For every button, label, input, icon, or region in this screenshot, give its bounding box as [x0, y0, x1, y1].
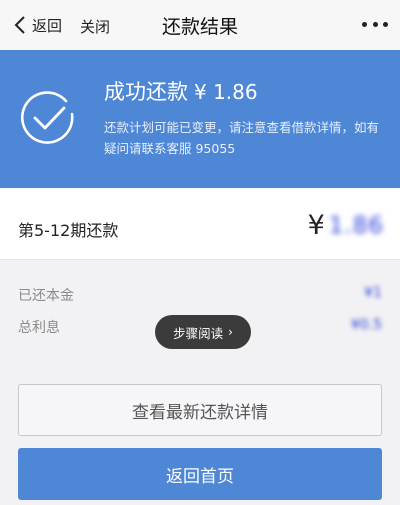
back-to-home-label: 返回首页	[166, 466, 234, 487]
chevron-left-icon	[14, 16, 25, 34]
principal-value: ¥1	[364, 285, 382, 301]
interest-value: ¥0.5	[350, 317, 382, 333]
back-label: 返回	[32, 16, 63, 35]
success-banner: 成功还款 ¥ 1.86 还款计划可能已变更，请注意查看借款详情，如有疑问请联系客服…	[0, 50, 400, 188]
success-amount: ¥ 1.86	[194, 80, 258, 104]
chevron-right-icon: ›	[228, 325, 233, 339]
currency-symbol: ¥	[307, 210, 325, 241]
close-button[interactable]: 关闭	[80, 16, 110, 37]
view-latest-details-button[interactable]: 查看最新还款详情	[18, 384, 382, 436]
repayment-period-card: 第5-12期还款 ¥ 1.86	[0, 188, 400, 260]
success-title-text: 成功还款	[104, 80, 188, 104]
repayment-details: 已还本金 ¥1 总利息 ¥0.5	[0, 261, 400, 365]
period-amount: ¥ 1.86	[308, 210, 384, 241]
success-description: 还款计划可能已变更，请注意查看借款详情，如有疑问请联系客服 95055	[104, 120, 380, 156]
back-to-home-button[interactable]: 返回首页	[18, 448, 382, 500]
success-title: 成功还款 ¥ 1.86	[104, 76, 258, 106]
check-circle-icon	[20, 91, 74, 144]
redacted-amount: 1.86	[328, 212, 384, 239]
principal-label: 已还本金	[18, 288, 74, 304]
top-navigation-bar: 返回 关闭 还款结果	[0, 0, 400, 50]
view-latest-details-label: 查看最新还款详情	[132, 402, 268, 423]
more-dots-icon[interactable]	[362, 14, 388, 34]
step-reading-toast[interactable]: 步骤阅读 ›	[155, 315, 251, 349]
repayment-result-page: 返回 关闭 还款结果 成功还款 ¥ 1.86 还款计划可能已变更，请注意查看借款详…	[0, 0, 400, 505]
dot	[372, 21, 378, 27]
dot	[383, 21, 388, 27]
back-button[interactable]: 返回	[14, 13, 62, 37]
interest-label: 总利息	[18, 320, 60, 336]
principal-row: 已还本金 ¥1	[18, 285, 382, 309]
toast-text: 步骤阅读	[173, 325, 224, 341]
period-label: 第5-12期还款	[18, 221, 119, 240]
dot	[362, 21, 367, 27]
